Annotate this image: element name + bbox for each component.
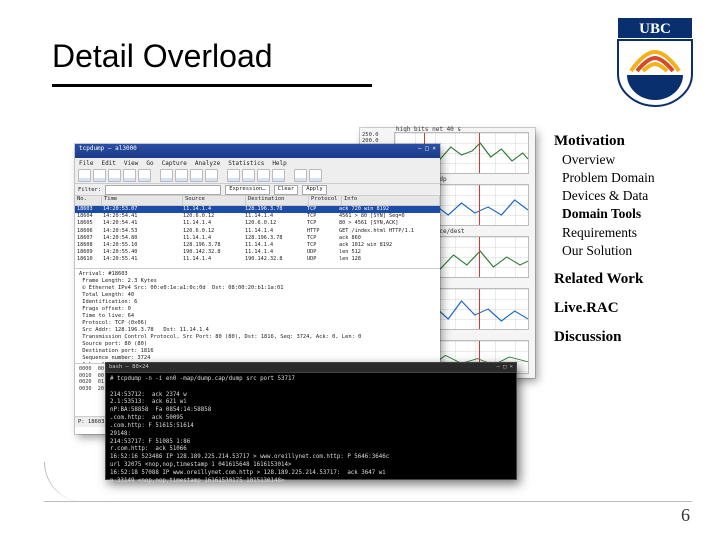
close-icon[interactable]	[108, 169, 121, 182]
table-row[interactable]: 1860314:20:53.0711.14.1.4128.196.3.78TCP…	[75, 206, 440, 213]
outline-item-problem-domain: Problem Domain	[562, 169, 698, 187]
menu-help[interactable]: Help	[272, 160, 286, 167]
filter-apply-button[interactable]: Apply	[302, 185, 327, 195]
zoom-out-icon[interactable]	[190, 169, 203, 182]
terminal-titlebar: bash — 80×24 — □ ×	[106, 363, 516, 373]
first-icon[interactable]	[227, 169, 240, 182]
svg-text:UBC: UBC	[639, 21, 671, 37]
col-no: No.	[75, 196, 102, 205]
ubc-crest-logo: UBC	[616, 16, 694, 108]
color-icon[interactable]	[309, 169, 322, 182]
printer-icon[interactable]	[138, 169, 151, 182]
outline-sidebar: Motivation Overview Problem Domain Devic…	[554, 132, 698, 346]
outline-item-devices-data: Devices & Data	[562, 187, 698, 205]
zoom-fit-icon[interactable]	[205, 169, 218, 182]
filter-clear-button[interactable]: Clear	[274, 185, 299, 195]
filter-input[interactable]	[105, 185, 221, 195]
menu-analyze[interactable]: Analyze	[195, 160, 220, 167]
menubar: File Edit View Go Capture Analyze Statis…	[75, 158, 440, 168]
table-row[interactable]: 1860714:20:54.8011.14.1.4128.196.3.78TCP…	[75, 235, 440, 242]
table-row[interactable]: 1860514:20:54.4111.14.1.4120.6.0.12TCP80…	[75, 220, 440, 227]
col-src: Source	[183, 196, 246, 205]
table-row[interactable]: 1860814:20:55.10128.196.3.7811.14.1.4TCP…	[75, 242, 440, 249]
packet-table-header: No. Time Source Destination Protocol Inf…	[75, 196, 440, 206]
next-icon[interactable]	[257, 169, 270, 182]
window-titlebar: tcpdump — al3000 — □ ×	[75, 144, 440, 158]
packet-table[interactable]: 1860314:20:53.0711.14.1.4128.196.3.78TCP…	[75, 206, 440, 268]
terminal-body[interactable]: # tcpdump -n -i en0 -map/dump.cap/dump s…	[106, 373, 516, 488]
table-row[interactable]: 1860914:20:55.40190.142.32.811.14.1.4UDP…	[75, 249, 440, 256]
illustration-stack: high bits net 40 s 250.0200.0150.0100.0 …	[75, 120, 545, 480]
page-curve	[44, 462, 85, 502]
menu-file[interactable]: File	[79, 160, 93, 167]
menu-statistics[interactable]: Statistics	[228, 160, 264, 167]
filter-expression-button[interactable]: Expression…	[225, 185, 269, 195]
col-info: Info	[342, 196, 440, 205]
open-icon[interactable]	[78, 169, 91, 182]
outline-section-liverac: Live.RAC	[554, 299, 698, 318]
table-row[interactable]: 1860414:20:54.41120.6.0.1211.14.1.4TCP45…	[75, 213, 440, 220]
outline-items-motivation: Overview Problem Domain Devices & Data D…	[554, 151, 698, 260]
zoom-in-icon[interactable]	[175, 169, 188, 182]
outline-section-related-work: Related Work	[554, 270, 698, 289]
outline-item-our-solution: Our Solution	[562, 242, 698, 260]
outline-item-domain-tools: Domain Tools	[562, 205, 698, 223]
col-dst: Destination	[246, 196, 309, 205]
packet-details-pane[interactable]: Arrival: #18603 Frame Length: 2.3 Kytes …	[75, 268, 440, 363]
search-icon[interactable]	[160, 169, 173, 182]
title-underline	[52, 84, 372, 87]
window-title: tcpdump — al3000	[79, 145, 137, 157]
prev-icon[interactable]	[242, 169, 255, 182]
menu-go[interactable]: Go	[146, 160, 153, 167]
toolbar	[75, 168, 440, 184]
window-controls: — □ ×	[418, 145, 436, 157]
last-icon[interactable]	[272, 169, 285, 182]
filter-bar: Filter: Expression… Clear Apply	[75, 184, 440, 196]
page-number: 6	[681, 505, 690, 526]
filter-label: Filter:	[78, 187, 101, 193]
terminal-controls: — □ ×	[496, 364, 513, 371]
menu-view[interactable]: View	[124, 160, 138, 167]
table-row[interactable]: 1860614:20:54.53120.6.0.1211.14.1.4HTTPG…	[75, 228, 440, 235]
outline-item-overview: Overview	[562, 151, 698, 169]
save-icon[interactable]	[93, 169, 106, 182]
refresh-icon[interactable]	[123, 169, 136, 182]
outline-section-motivation: Motivation	[554, 132, 698, 151]
outline-item-requirements: Requirements	[562, 224, 698, 242]
col-time: Time	[102, 196, 183, 205]
page-title: Detail Overload	[52, 38, 273, 75]
outline-section-discussion: Discussion	[554, 328, 698, 347]
menu-capture[interactable]: Capture	[162, 160, 187, 167]
page-rule	[44, 501, 692, 502]
terminal-title: bash — 80×24	[109, 364, 149, 371]
terminal-window: bash — 80×24 — □ × # tcpdump -n -i en0 -…	[105, 362, 517, 480]
gear-icon[interactable]	[294, 169, 307, 182]
menu-edit[interactable]: Edit	[101, 160, 115, 167]
col-proto: Protocol	[309, 196, 342, 205]
table-row[interactable]: 1861014:20:55.4111.14.1.4190.142.32.8UDP…	[75, 256, 440, 263]
